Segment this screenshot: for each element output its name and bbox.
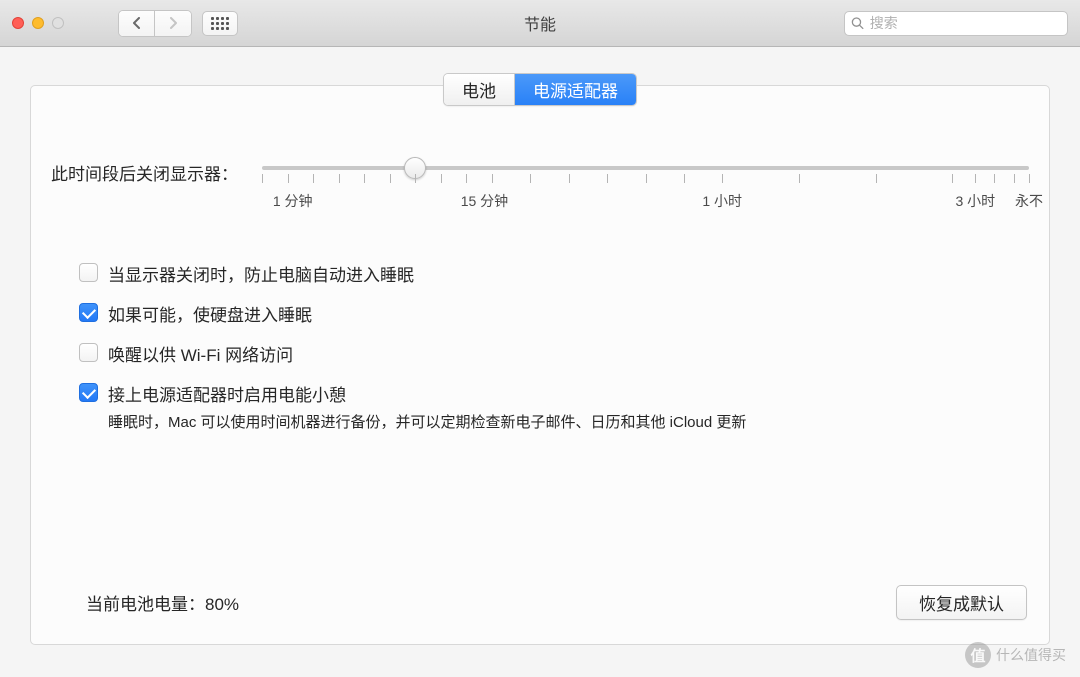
tab-battery[interactable]: 电池 [444,74,515,105]
label-wake-wifi: 唤醒以供 Wi-Fi 网络访问 [108,341,293,366]
desc-power-nap: 睡眠时，Mac 可以使用时间机器进行备份，并可以定期检查新电子邮件、日历和其他 … [108,411,1029,432]
option-power-nap: 接上电源适配器时启用电能小憩 [51,381,1029,406]
toolbar: 节能 [0,0,1080,47]
label-prevent-sleep: 当显示器关闭时，防止电脑自动进入睡眠 [108,261,414,286]
chevron-left-icon [132,17,142,29]
battery-status: 当前电池电量：80% [86,590,239,615]
slider-ticks [262,174,1029,185]
tab-control: 电池 电源适配器 [443,73,637,106]
slider-labels: 1 分钟 15 分钟 1 小时 3 小时 永不 [262,191,1029,211]
show-all-button[interactable] [202,11,238,36]
checkbox-disk-sleep[interactable] [79,303,98,322]
checkbox-prevent-sleep[interactable] [79,263,98,282]
window-controls [0,17,64,29]
display-sleep-slider[interactable]: 1 分钟 15 分钟 1 小时 3 小时 永不 [262,156,1029,211]
panel-footer: 当前电池电量：80% 恢复成默认 [31,585,1049,620]
tick-15min: 15 分钟 [461,191,508,211]
watermark-badge: 值 [965,642,991,668]
minimize-window-button[interactable] [32,17,44,29]
option-prevent-sleep: 当显示器关闭时，防止电脑自动进入睡眠 [51,261,1029,286]
watermark-text: 什么值得买 [996,645,1066,665]
maximize-window-button [52,17,64,29]
window-title: 节能 [524,11,556,35]
label-power-nap: 接上电源适配器时启用电能小憩 [108,381,346,406]
label-disk-sleep: 如果可能，使硬盘进入睡眠 [108,301,312,326]
watermark: 值 什么值得买 [965,642,1066,668]
settings-panel: 电池 电源适配器 此时间段后关闭显示器： [30,85,1050,645]
option-disk-sleep: 如果可能，使硬盘进入睡眠 [51,301,1029,326]
restore-defaults-button[interactable]: 恢复成默认 [896,585,1027,620]
tab-power-adapter[interactable]: 电源适配器 [515,74,636,105]
content-area: 电池 电源适配器 此时间段后关闭显示器： [0,47,1080,677]
tick-1min: 1 分钟 [273,191,313,211]
option-wake-wifi: 唤醒以供 Wi-Fi 网络访问 [51,341,1029,366]
checkbox-power-nap[interactable] [79,383,98,402]
checkbox-wake-wifi[interactable] [79,343,98,362]
search-input[interactable] [870,15,1061,31]
chevron-right-icon [168,17,178,29]
search-field-wrap[interactable] [844,11,1068,36]
close-window-button[interactable] [12,17,24,29]
search-icon [851,16,864,30]
tick-never: 永不 [1015,191,1043,211]
display-sleep-label: 此时间段后关闭显示器： [51,156,238,185]
forward-button[interactable] [155,11,191,36]
back-button[interactable] [119,11,155,36]
slider-track [262,166,1029,170]
display-sleep-row: 此时间段后关闭显示器： [51,156,1029,211]
nav-buttons [118,10,192,37]
grid-icon [211,17,229,30]
tick-1hr: 1 小时 [702,191,742,211]
tick-3hr: 3 小时 [955,191,995,211]
